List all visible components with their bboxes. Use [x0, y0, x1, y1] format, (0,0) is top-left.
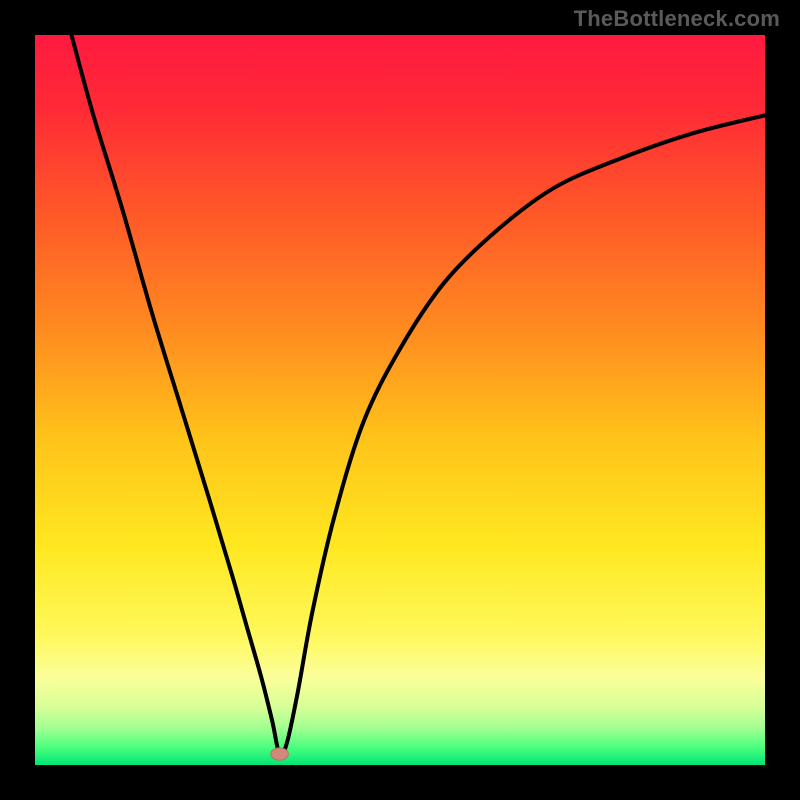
plot-area: [35, 35, 765, 765]
chart-frame: TheBottleneck.com: [0, 0, 800, 800]
minimum-marker: [271, 748, 289, 760]
bottleneck-curve: [72, 35, 766, 755]
curve-layer: [35, 35, 765, 765]
watermark-text: TheBottleneck.com: [574, 6, 780, 32]
